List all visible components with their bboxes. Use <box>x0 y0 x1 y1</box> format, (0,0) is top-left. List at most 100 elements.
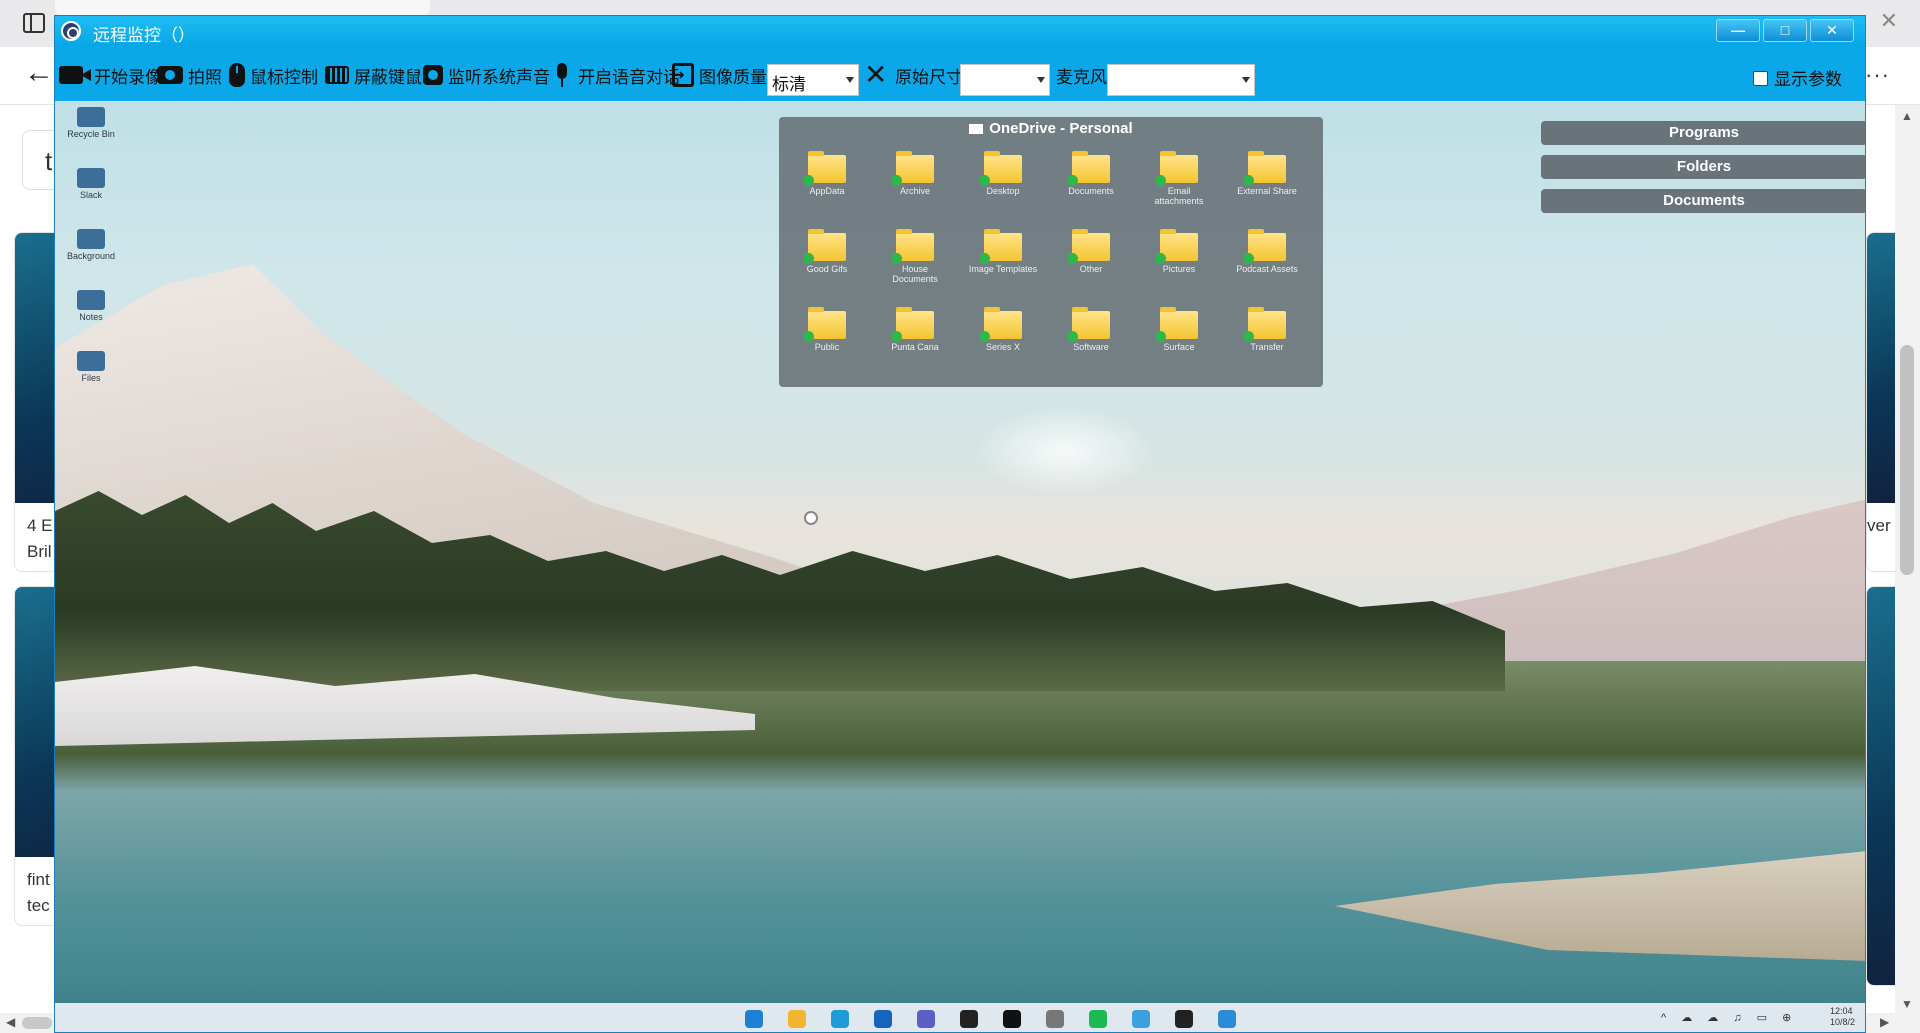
figma-icon[interactable] <box>1175 1010 1193 1028</box>
remote-desktop-view[interactable]: Recycle Bin Slack Background Notes Files One… <box>55 101 1865 1032</box>
recycle-bin-icon <box>77 107 105 127</box>
sidebar-toggle-icon[interactable] <box>23 13 45 33</box>
folder-label: Pictures <box>1162 264 1196 274</box>
onedrive-folder[interactable]: Archive <box>879 149 951 221</box>
folder-label: Good Gifs <box>806 264 848 274</box>
quality-label-item: 图像质量 <box>671 63 767 88</box>
desktop-icon[interactable]: Slack <box>67 168 115 200</box>
original-size-select[interactable] <box>960 64 1050 96</box>
onedrive-folder[interactable]: AppData <box>791 149 863 221</box>
show-params-label[interactable]: 显示参数 <box>1774 65 1842 90</box>
maximize-button[interactable]: □ <box>1763 19 1807 42</box>
edge-icon[interactable] <box>831 1010 849 1028</box>
mouse-control-button[interactable]: 鼠标控制 <box>229 63 318 88</box>
mouse-control-label: 鼠标控制 <box>250 67 318 88</box>
onedrive-title-text: OneDrive - Personal <box>989 120 1133 137</box>
terminal-icon[interactable] <box>960 1010 978 1028</box>
sync-check-icon <box>1067 253 1078 264</box>
chevron-down-icon <box>1037 77 1045 83</box>
settings-icon[interactable] <box>1046 1010 1064 1028</box>
sync-check-icon <box>803 253 814 264</box>
folder-label: Archive <box>899 186 930 196</box>
outlook-icon[interactable] <box>874 1010 892 1028</box>
microphone-select[interactable] <box>1107 64 1255 96</box>
block-input-label: 屏蔽键鼠 <box>354 67 422 88</box>
scroll-up-icon[interactable]: ▲ <box>1901 109 1913 123</box>
teams-icon[interactable] <box>917 1010 935 1028</box>
onedrive-folder[interactable]: External Share <box>1231 149 1303 221</box>
onedrive-folder[interactable]: Documents <box>1055 149 1127 221</box>
app-icon <box>77 168 105 188</box>
desktop-icon[interactable]: Background <box>67 229 115 261</box>
start-icon[interactable] <box>745 1010 763 1028</box>
sync-check-icon <box>803 331 814 342</box>
block-input-button[interactable]: 屏蔽键鼠 <box>325 63 422 88</box>
toolbar: 开始录像 拍照 鼠标控制 屏蔽键鼠 监听系统声音 开启语音对话 图像质量 标清 <box>55 46 1865 101</box>
desktop-icon[interactable]: Files <box>67 351 115 383</box>
quality-select[interactable]: 标清 <box>767 64 859 96</box>
folder-label: External Share <box>1237 186 1297 196</box>
sync-check-icon <box>979 331 990 342</box>
onedrive-folder[interactable]: Pictures <box>1143 227 1215 299</box>
listen-audio-button[interactable]: 监听系统声音 <box>423 63 550 88</box>
onedrive-title: OneDrive - Personal <box>779 120 1323 137</box>
notion-icon[interactable] <box>1003 1010 1021 1028</box>
onedrive-folder[interactable]: House Documents <box>879 227 951 299</box>
onedrive-folder[interactable]: Punta Cana <box>879 305 951 377</box>
close-button[interactable]: ✕ <box>1810 19 1854 42</box>
browser-tab[interactable] <box>55 0 430 16</box>
onedrive-folder[interactable]: Podcast Assets <box>1231 227 1303 299</box>
onedrive-folder[interactable]: Public <box>791 305 863 377</box>
minimize-button[interactable]: — <box>1716 19 1760 42</box>
launcher-documents[interactable]: Documents <box>1541 189 1865 213</box>
title-bar[interactable]: 远程监控（） — □ ✕ <box>55 16 1865 46</box>
scrollbar-thumb[interactable] <box>1900 345 1914 575</box>
horizontal-scrollbar-thumb[interactable] <box>22 1017 52 1029</box>
onedrive-folder[interactable]: Desktop <box>967 149 1039 221</box>
onedrive-folder[interactable]: Software <box>1055 305 1127 377</box>
folder-label: Documents <box>1068 186 1114 196</box>
show-params-checkbox[interactable] <box>1753 71 1768 86</box>
app-icon <box>77 351 105 371</box>
remote-cursor-icon <box>804 511 818 525</box>
original-size-button[interactable]: 原始尺寸 <box>864 58 963 91</box>
scroll-down-icon[interactable]: ▼ <box>1901 997 1913 1011</box>
wallpaper-forest <box>55 491 1505 691</box>
spotify-icon[interactable] <box>1089 1010 1107 1028</box>
record-button[interactable]: 开始录像 <box>59 63 162 88</box>
onedrive-folder[interactable]: Other <box>1055 227 1127 299</box>
browser-close-icon[interactable]: ✕ <box>1880 8 1898 34</box>
onedrive-folder[interactable]: Transfer <box>1231 305 1303 377</box>
launcher-programs[interactable]: Programs <box>1541 121 1865 145</box>
system-tray[interactable]: ^ ☁ ☁ ♫ ▭ ⊕ <box>1661 1011 1797 1024</box>
scroll-left-icon[interactable]: ◀ <box>6 1015 15 1029</box>
remote-icon[interactable] <box>1218 1010 1236 1028</box>
onedrive-folder[interactable]: Image Templates <box>967 227 1039 299</box>
scroll-right-icon[interactable]: ▶ <box>1880 1015 1889 1029</box>
desktop-icon-label: Notes <box>79 312 103 322</box>
onedrive-folder[interactable]: Surface <box>1143 305 1215 377</box>
folder-label: Podcast Assets <box>1236 264 1298 274</box>
onedrive-folder[interactable]: Series X <box>967 305 1039 377</box>
onedrive-folder[interactable]: Good Gifs <box>791 227 863 299</box>
desktop-icon[interactable]: Recycle Bin <box>67 107 115 139</box>
snapshot-button[interactable]: 拍照 <box>157 63 222 88</box>
more-icon[interactable]: ··· <box>1865 62 1890 88</box>
launcher-folders[interactable]: Folders <box>1541 155 1865 179</box>
desktop-icon-label: Background <box>67 251 116 261</box>
microphone-icon <box>555 63 569 87</box>
voice-chat-button[interactable]: 开启语音对话 <box>555 63 680 88</box>
onedrive-folder[interactable]: Email attachments <box>1143 149 1215 221</box>
back-arrow-icon[interactable]: ← <box>24 58 54 88</box>
photos-icon[interactable] <box>1132 1010 1150 1028</box>
folder-label: Email attachments <box>1154 186 1204 206</box>
explorer-icon[interactable] <box>788 1010 806 1028</box>
taskbar-clock[interactable]: 12:04 10/8/2 <box>1830 1006 1855 1028</box>
folder-label: Series X <box>985 342 1020 352</box>
page-scrollbar[interactable]: ▲ ▼ <box>1895 105 1920 1033</box>
desktop-icon[interactable]: Notes <box>67 290 115 322</box>
video-camera-icon <box>59 66 83 84</box>
app-icon <box>77 290 105 310</box>
folder-label: House Documents <box>892 264 938 284</box>
keyboard-icon <box>325 66 349 84</box>
